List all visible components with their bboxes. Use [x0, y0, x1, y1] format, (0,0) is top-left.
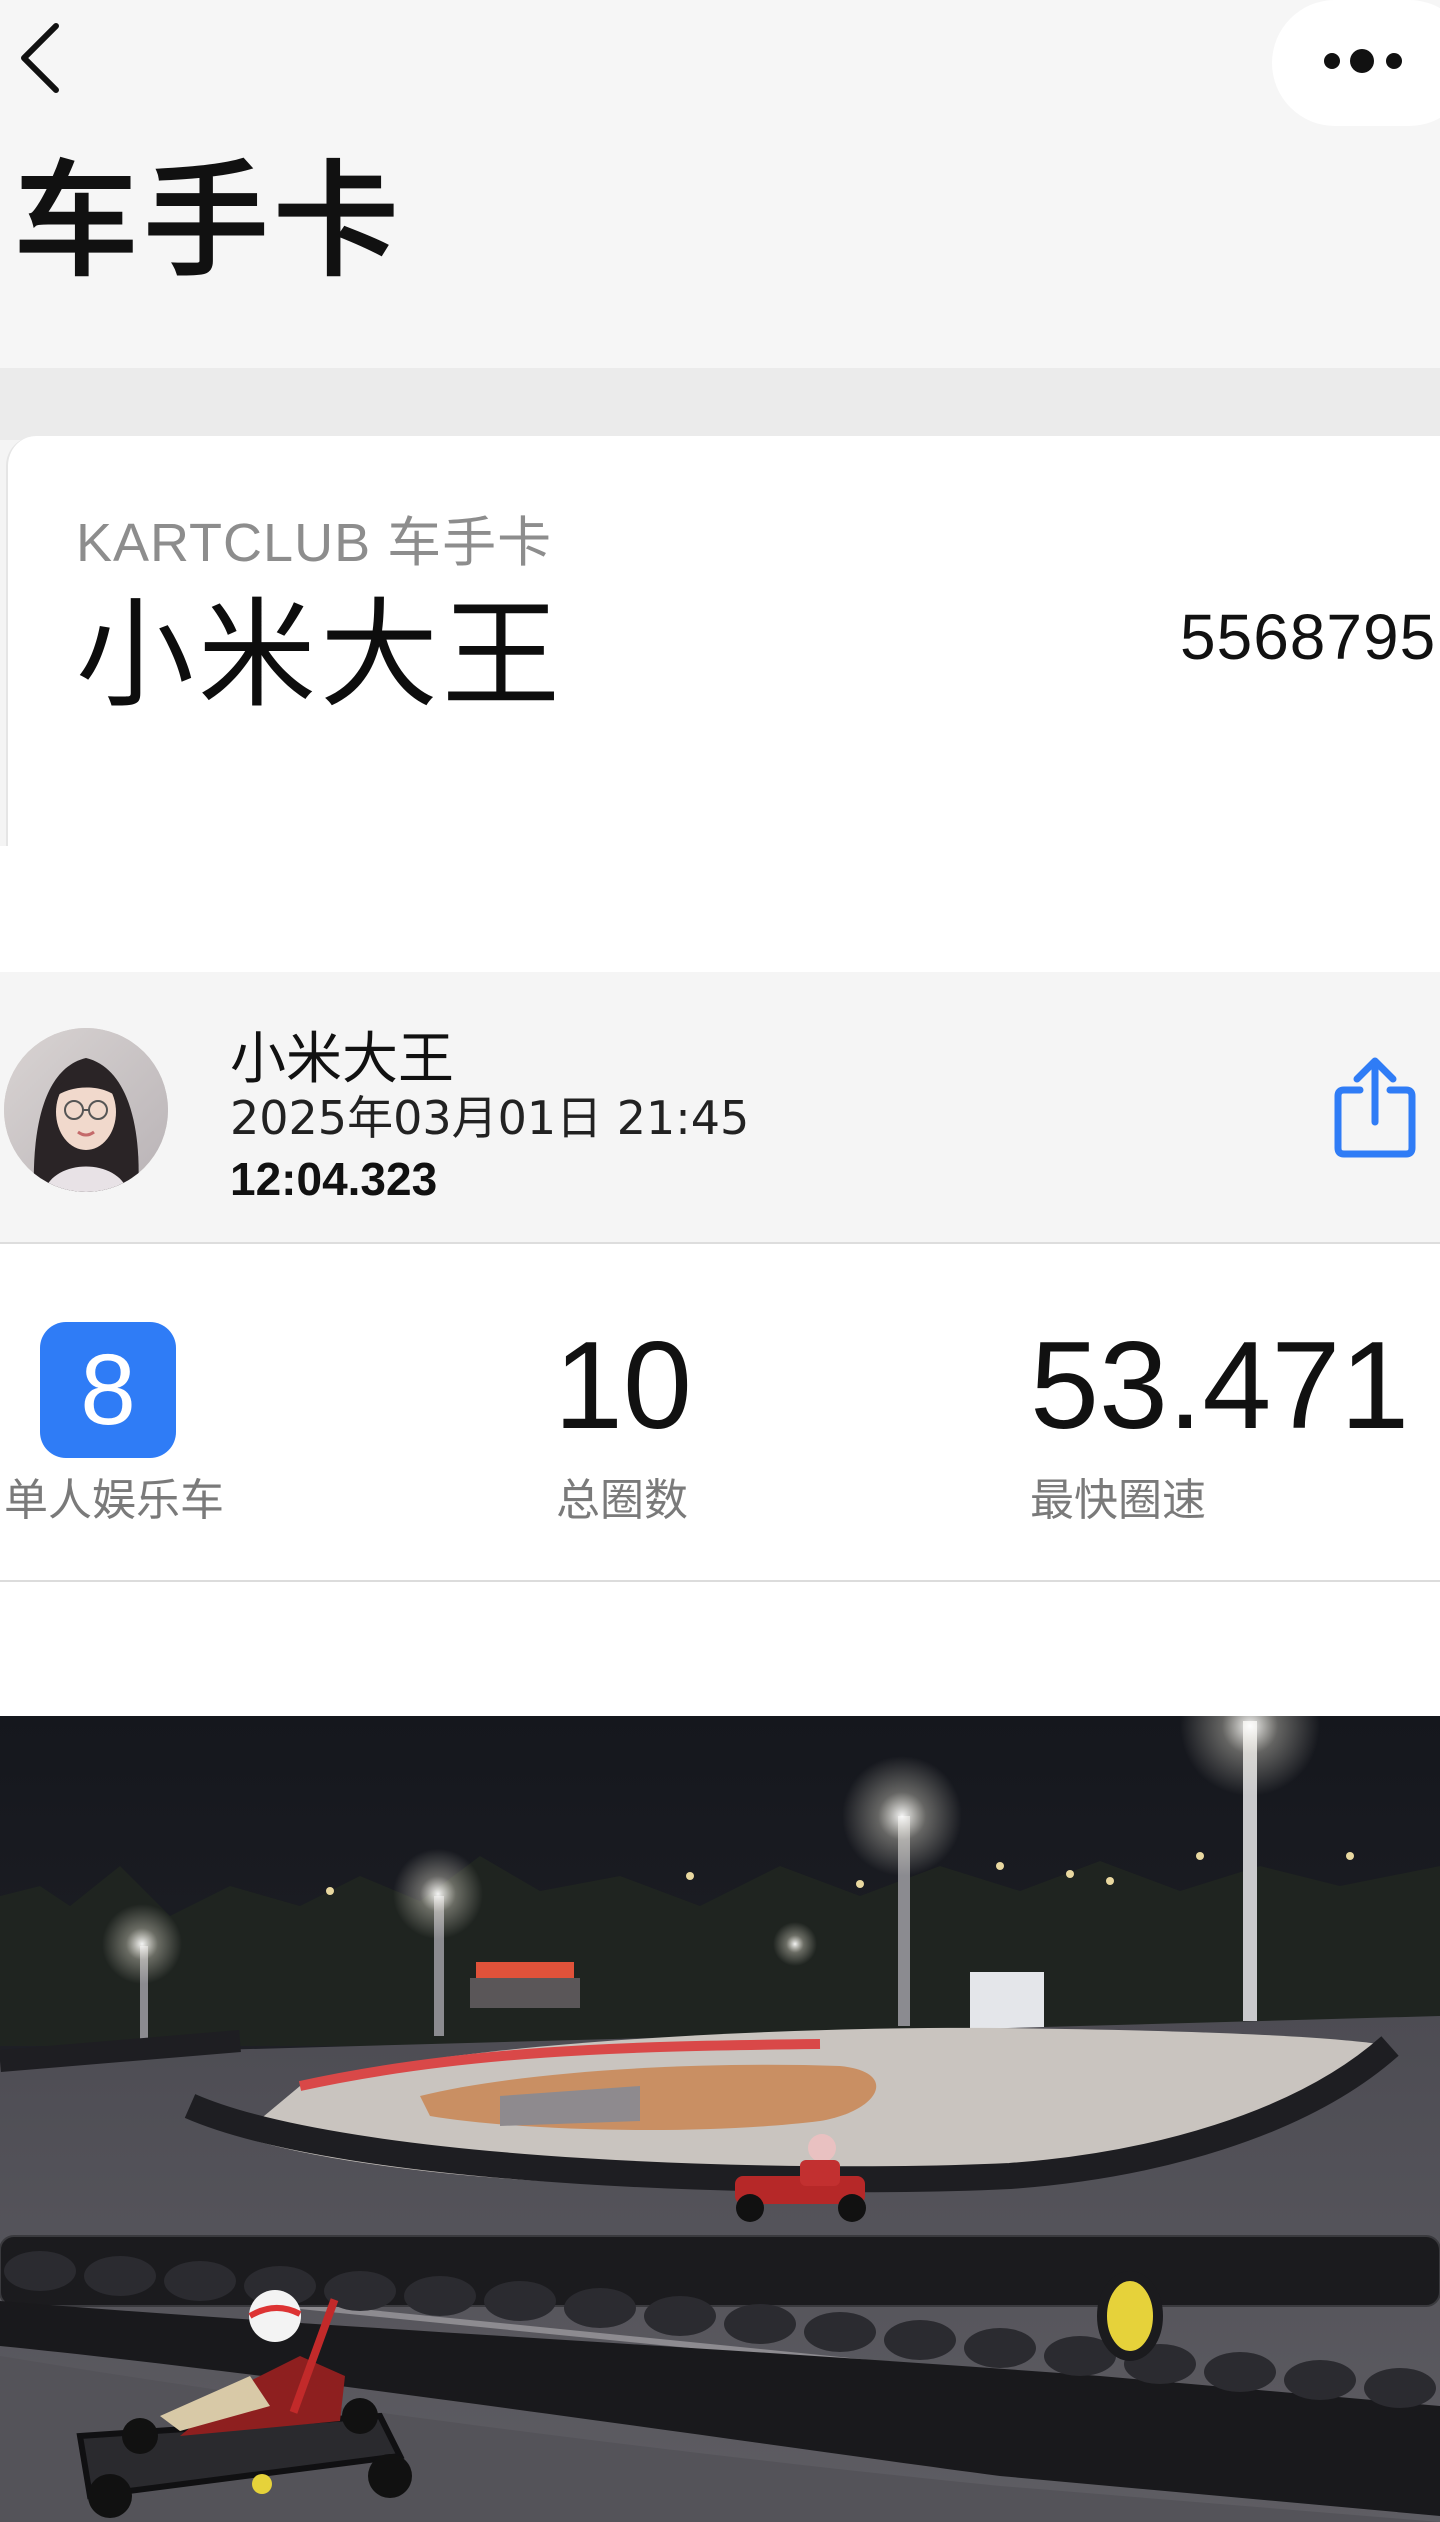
session-duration: 12:04.323 [230, 1153, 438, 1205]
content-spacer [0, 1582, 1440, 1716]
driver-card-page: 车手卡 KARTCLUB 车手卡 小米大王 5568795 小米大王 2025年… [0, 0, 1440, 2522]
share-button[interactable] [1330, 1052, 1420, 1162]
total-laps-label: 总圈数 [556, 1475, 688, 1526]
driver-name: 小米大王 [76, 586, 565, 724]
session-stats: 8 单人娱乐车 10 总圈数 53.471 最快圈速 [0, 1244, 1440, 1584]
page-title: 车手卡 [14, 150, 405, 294]
best-lap-value: 53.471 [1030, 1317, 1410, 1455]
card-spacer [0, 846, 1440, 972]
more-dots-icon [1322, 46, 1412, 80]
card-kicker: KARTCLUB 车手卡 [76, 513, 553, 573]
kart-type-label: 单人娱乐车 [4, 1475, 224, 1526]
best-lap-label: 最快圈速 [1030, 1475, 1206, 1526]
session-datetime: 2025年03月01日 21:45 [230, 1091, 750, 1145]
more-button[interactable] [1272, 0, 1440, 126]
chevron-left-icon [14, 18, 64, 102]
driver-card[interactable]: KARTCLUB 车手卡 小米大王 5568795 [6, 436, 1440, 846]
share-icon [1330, 1057, 1420, 1166]
section-separator [0, 368, 1440, 440]
back-button[interactable] [4, 20, 74, 100]
track-photo[interactable] [0, 1716, 1440, 2522]
top-navigation-bar [0, 0, 1440, 135]
avatar[interactable] [4, 1028, 168, 1192]
session-summary: 小米大王 2025年03月01日 21:45 12:04.323 [0, 972, 1440, 1244]
member-id: 5568795 [1180, 601, 1437, 673]
total-laps-value: 10 [554, 1317, 692, 1455]
kart-number-badge: 8 [40, 1322, 176, 1458]
